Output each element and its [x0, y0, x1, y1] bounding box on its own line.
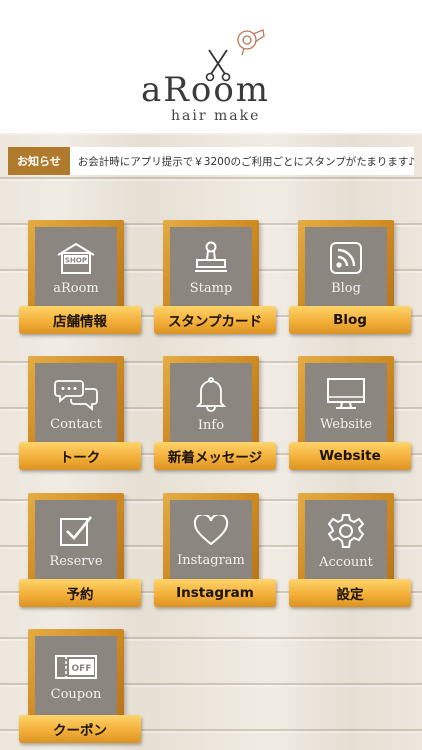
- menu-tile-instagram[interactable]: Instagram Instagram: [154, 493, 276, 613]
- tile-frame: Blog: [298, 220, 394, 316]
- menu-tile-coupon[interactable]: OFF Coupon クーポン: [19, 629, 141, 749]
- stamp-card-button[interactable]: スタンプカード: [154, 306, 276, 334]
- tile-label: aRoom: [53, 280, 99, 296]
- checkbox-icon: [60, 515, 93, 546]
- tile-frame: Stamp: [163, 220, 259, 316]
- tile-panel: Account: [305, 500, 387, 582]
- menu-tile-website[interactable]: Website Website: [289, 356, 411, 476]
- tile-panel: Contact: [35, 363, 117, 445]
- app-header: aRoom hair make: [0, 0, 422, 133]
- tile-label: Reserve: [49, 553, 103, 569]
- tile-panel: Website: [305, 363, 387, 445]
- chat-icon: [54, 379, 98, 411]
- tile-panel: SHOP aRoom: [35, 227, 117, 309]
- tile-panel: Blog: [305, 227, 387, 309]
- reserve-button[interactable]: 予約: [19, 579, 141, 607]
- notice-bar[interactable]: お知らせ お会計時にアプリ提示で￥3200のご利用ごとにスタンプがたまります♪: [8, 147, 414, 175]
- talk-button[interactable]: トーク: [19, 442, 141, 470]
- tile-label: Coupon: [50, 686, 102, 702]
- shop-icon: SHOP: [57, 242, 95, 274]
- tile-label: Contact: [50, 416, 102, 432]
- brand-logo: aRoom hair make: [135, 26, 290, 126]
- menu-tile-settings[interactable]: Account 設定: [289, 493, 411, 613]
- stamp-icon: [195, 241, 227, 272]
- blog-button[interactable]: Blog: [289, 306, 411, 334]
- logo-tagline: hair make: [171, 108, 261, 124]
- tile-frame: Reserve: [28, 493, 124, 589]
- shop-icon-text: SHOP: [65, 256, 87, 264]
- notice-badge: お知らせ: [8, 147, 70, 175]
- gear-icon: [328, 513, 364, 548]
- tile-panel: OFF Coupon: [35, 636, 117, 718]
- tile-frame: Website: [298, 356, 394, 452]
- tile-label: Account: [319, 554, 373, 570]
- shop-info-button[interactable]: 店舗情報: [19, 306, 141, 334]
- monitor-icon: [327, 377, 365, 409]
- hair-dryer-icon: [237, 29, 265, 56]
- tile-frame: OFF Coupon: [28, 629, 124, 725]
- menu-tile-shop-info[interactable]: SHOP aRoom 店舗情報: [19, 220, 141, 340]
- tile-frame: Contact: [28, 356, 124, 452]
- menu-tile-blog[interactable]: Blog Blog: [289, 220, 411, 340]
- coupon-icon: OFF: [55, 654, 97, 679]
- tile-frame: SHOP aRoom: [28, 220, 124, 316]
- tile-label: Stamp: [189, 280, 233, 296]
- tile-frame: Instagram: [163, 493, 259, 589]
- new-messages-button[interactable]: 新着メッセージ: [154, 442, 276, 470]
- menu-tile-reserve[interactable]: Reserve 予約: [19, 493, 141, 613]
- logo-wordmark: aRoom: [141, 70, 271, 110]
- tile-label: Info: [197, 417, 225, 433]
- heart-icon: [193, 514, 229, 545]
- website-button[interactable]: Website: [289, 442, 411, 470]
- tile-label: Instagram: [177, 552, 245, 568]
- menu-tile-new-messages[interactable]: Info 新着メッセージ: [154, 356, 276, 476]
- tile-frame: Account: [298, 493, 394, 589]
- bell-icon: [195, 376, 227, 412]
- instagram-button[interactable]: Instagram: [154, 579, 276, 607]
- menu-tile-talk[interactable]: Contact トーク: [19, 356, 141, 476]
- coupon-button[interactable]: クーポン: [19, 715, 141, 743]
- tile-label: Blog: [331, 280, 361, 296]
- notice-text: お会計時にアプリ提示で￥3200のご利用ごとにスタンプがたまります♪: [77, 155, 414, 168]
- menu-tile-stamp-card[interactable]: Stamp スタンプカード: [154, 220, 276, 340]
- tile-panel: Stamp: [170, 227, 252, 309]
- tile-panel: Info: [170, 363, 252, 445]
- tile-panel: Instagram: [170, 500, 252, 582]
- tile-panel: Reserve: [35, 500, 117, 582]
- tile-label: Website: [319, 416, 373, 432]
- settings-button[interactable]: 設定: [289, 579, 411, 607]
- coupon-icon-text: OFF: [72, 664, 92, 674]
- tile-frame: Info: [163, 356, 259, 452]
- rss-icon: [330, 241, 362, 274]
